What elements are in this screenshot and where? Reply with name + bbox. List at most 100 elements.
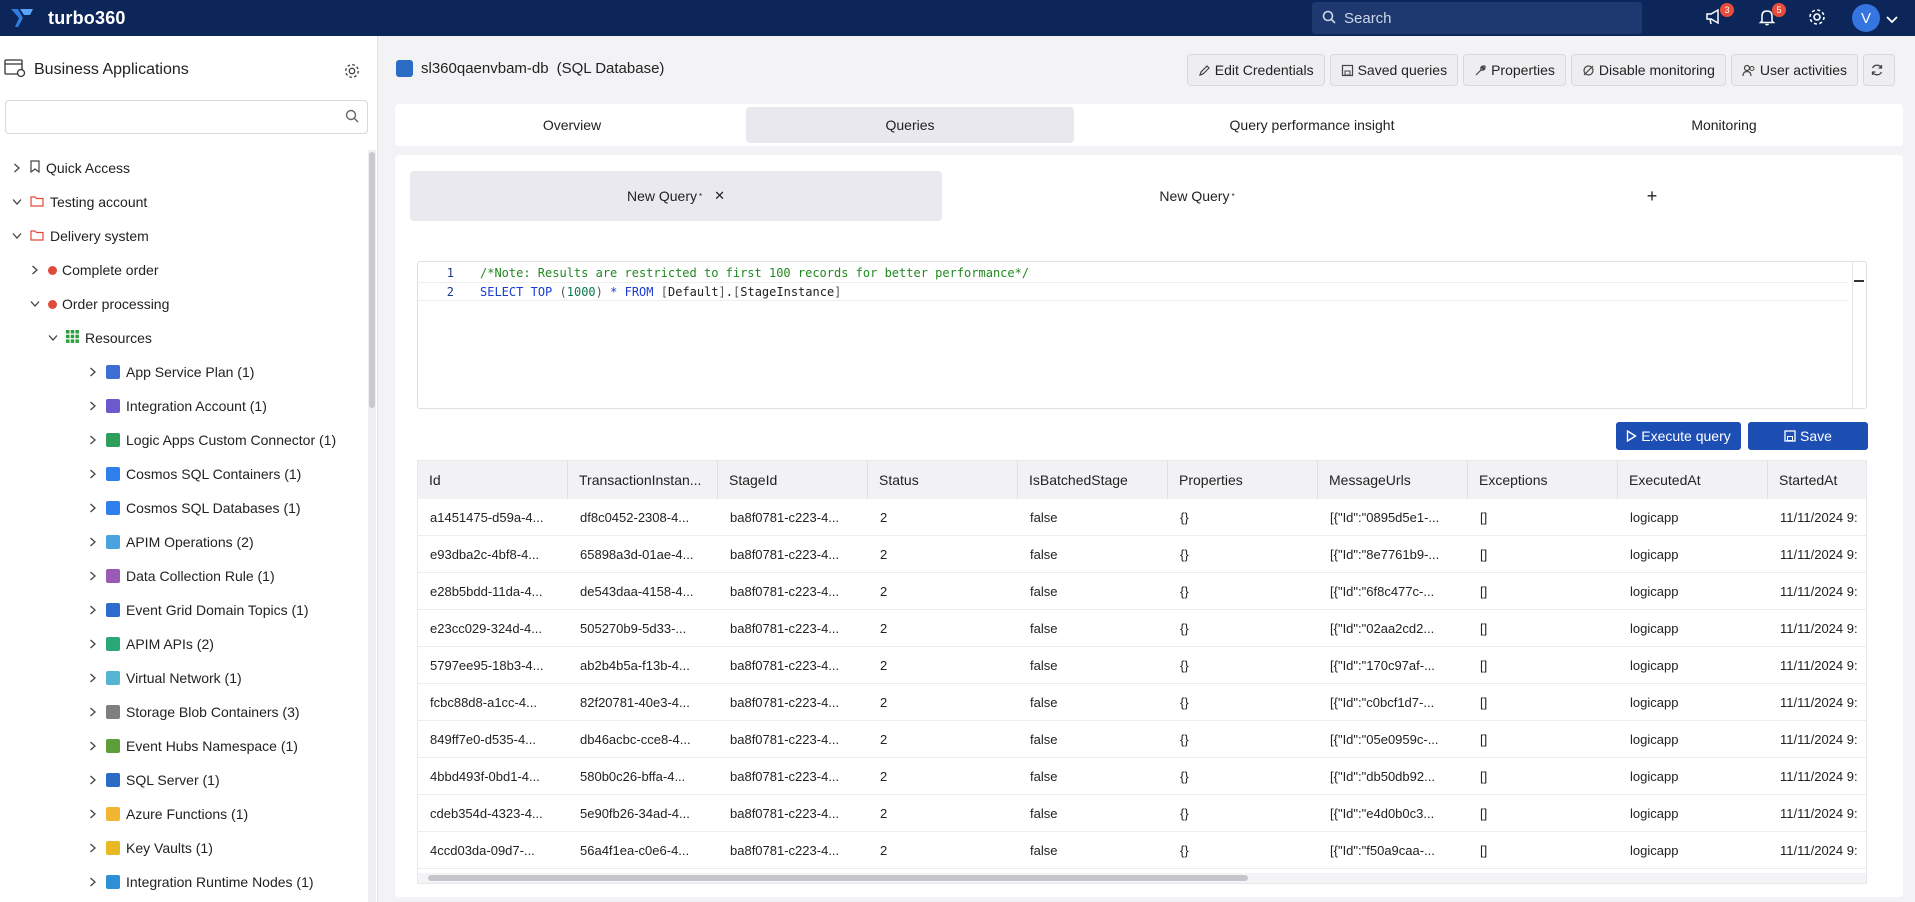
- query-tab-2[interactable]: New Query *: [942, 171, 1452, 221]
- column-header[interactable]: StageId: [718, 461, 868, 499]
- user-activities-button[interactable]: User activities: [1730, 54, 1858, 86]
- sidebar-item[interactable]: Delivery system: [12, 224, 149, 248]
- sidebar-item-label: Quick Access: [46, 160, 131, 176]
- chevron-right-icon[interactable]: [30, 265, 40, 275]
- table-row[interactable]: e28b5bdd-11da-4... de543daa-4158-4... ba8f…: [418, 573, 1866, 610]
- execute-query-button[interactable]: Execute query: [1616, 422, 1741, 450]
- avatar[interactable]: V: [1852, 4, 1880, 32]
- sidebar-item[interactable]: Integration Runtime Nodes (1): [88, 870, 314, 894]
- announcements-button[interactable]: 3: [1703, 3, 1734, 30]
- table-row[interactable]: 849ff7e0-d535-4... db46acbc-cce8-4... ba8f…: [418, 721, 1866, 758]
- notifications-button[interactable]: 5: [1755, 3, 1786, 30]
- sidebar-item[interactable]: Order processing: [30, 292, 169, 316]
- chevron-down-icon[interactable]: [12, 231, 22, 241]
- edit-credentials-button[interactable]: Edit Credentials: [1186, 54, 1325, 86]
- tab-query-performance-insight[interactable]: Query performance insight: [1074, 107, 1550, 143]
- table-row[interactable]: fcbc88d8-a1cc-4... 82f20781-40e3-4... ba8f…: [418, 684, 1866, 721]
- sidebar-item[interactable]: Complete order: [30, 258, 159, 282]
- tab-queries[interactable]: Queries: [746, 107, 1074, 143]
- sidebar-item[interactable]: Cosmos SQL Databases (1): [88, 496, 301, 520]
- column-header[interactable]: IsBatchedStage: [1018, 461, 1168, 499]
- table-row[interactable]: 5797ee95-18b3-4... ab2b4b5a-f13b-4... ba8f…: [418, 647, 1866, 684]
- sidebar-item[interactable]: Testing account: [12, 190, 147, 214]
- sidebar-item[interactable]: Cosmos SQL Containers (1): [88, 462, 301, 486]
- table-row[interactable]: cdeb354d-4323-4... 5e90fb26-34ad-4... ba8f…: [418, 795, 1866, 832]
- sidebar-item[interactable]: Resources: [48, 326, 152, 350]
- sidebar-item[interactable]: APIM Operations (2): [88, 530, 254, 554]
- sidebar-item[interactable]: Event Grid Domain Topics (1): [88, 598, 309, 622]
- chevron-down-icon[interactable]: [30, 299, 40, 309]
- chevron-right-icon[interactable]: [88, 877, 98, 887]
- chevron-right-icon[interactable]: [88, 503, 98, 513]
- sidebar-item[interactable]: Key Vaults (1): [88, 836, 213, 860]
- chevron-down-icon[interactable]: [48, 333, 58, 343]
- chevron-right-icon[interactable]: [88, 707, 98, 717]
- tree-scrollbar-thumb[interactable]: [369, 152, 375, 408]
- chevron-right-icon[interactable]: [88, 571, 98, 581]
- sidebar-item[interactable]: Event Hubs Namespace (1): [88, 734, 298, 758]
- chevron-right-icon[interactable]: [88, 401, 98, 411]
- sidebar-item[interactable]: Virtual Network (1): [88, 666, 242, 690]
- sidebar-item-label: Cosmos SQL Databases (1): [126, 500, 301, 516]
- column-header[interactable]: MessageUrls: [1318, 461, 1468, 499]
- chevron-right-icon[interactable]: [88, 605, 98, 615]
- chevron-right-icon[interactable]: [88, 741, 98, 751]
- add-query-tab-button[interactable]: +: [1632, 171, 1672, 221]
- table-row[interactable]: 4ccd03da-09d7-... 56a4f1ea-c0e6-4... ba8f0…: [418, 832, 1866, 869]
- query-tab-1[interactable]: New Query * ✕: [410, 171, 942, 221]
- editor-scrollbar[interactable]: [1852, 262, 1866, 408]
- column-header[interactable]: Id: [418, 461, 568, 499]
- sidebar-item[interactable]: Data Collection Rule (1): [88, 564, 275, 588]
- sidebar-item[interactable]: Integration Account (1): [88, 394, 267, 418]
- sidebar-item[interactable]: Quick Access: [12, 156, 130, 180]
- sidebar-settings-icon[interactable]: [343, 62, 361, 83]
- disable-monitoring-button[interactable]: Disable monitoring: [1570, 54, 1726, 86]
- sidebar-item[interactable]: Logic Apps Custom Connector (1): [88, 428, 336, 452]
- tab-overview[interactable]: Overview: [398, 107, 746, 143]
- properties-button[interactable]: Properties: [1463, 54, 1566, 86]
- sidebar-item[interactable]: Storage Blob Containers (3): [88, 700, 300, 724]
- chevron-down-icon[interactable]: [1886, 12, 1898, 28]
- table-row[interactable]: a1451475-d59a-4... df8c0452-2308-4... ba8f…: [418, 499, 1866, 536]
- global-search[interactable]: [1312, 2, 1642, 34]
- sidebar-item[interactable]: SQL Server (1): [88, 768, 220, 792]
- saved-queries-button[interactable]: Saved queries: [1329, 54, 1459, 86]
- chevron-right-icon[interactable]: [88, 843, 98, 853]
- editor-line-text: /*Note: Results are restricted to first …: [480, 265, 1030, 280]
- column-header[interactable]: StartedAt: [1768, 461, 1866, 499]
- chevron-right-icon[interactable]: [88, 809, 98, 819]
- settings-button[interactable]: [1805, 6, 1829, 30]
- column-header[interactable]: ExecutedAt: [1618, 461, 1768, 499]
- chevron-right-icon[interactable]: [12, 163, 22, 173]
- column-header[interactable]: TransactionInstan...: [568, 461, 718, 499]
- query-editor[interactable]: 1 /*Note: Results are restricted to firs…: [417, 261, 1867, 409]
- column-header[interactable]: Properties: [1168, 461, 1318, 499]
- tab-monitoring[interactable]: Monitoring: [1550, 107, 1898, 143]
- table-row[interactable]: e23cc029-324d-4... 505270b9-5d33-... ba8f0…: [418, 610, 1866, 647]
- save-button[interactable]: Save: [1748, 422, 1868, 450]
- chevron-right-icon[interactable]: [88, 775, 98, 785]
- refresh-button[interactable]: [1863, 54, 1895, 86]
- chevron-down-icon[interactable]: [12, 197, 22, 207]
- chevron-right-icon[interactable]: [88, 673, 98, 683]
- results-horizontal-scrollbar[interactable]: [418, 873, 1866, 883]
- chevron-right-icon[interactable]: [88, 469, 98, 479]
- sidebar-search[interactable]: [5, 100, 368, 134]
- chevron-right-icon[interactable]: [88, 537, 98, 547]
- column-header[interactable]: Status: [868, 461, 1018, 499]
- sidebar-item[interactable]: APIM APIs (2): [88, 632, 214, 656]
- close-icon[interactable]: ✕: [714, 188, 725, 204]
- chevron-right-icon[interactable]: [88, 367, 98, 377]
- sidebar-item[interactable]: Azure Functions (1): [88, 802, 248, 826]
- sidebar-item[interactable]: App Service Plan (1): [88, 360, 254, 384]
- table-row[interactable]: 4bbd493f-0bd1-4... 580b0c26-bffa-4... ba8f…: [418, 758, 1866, 795]
- resource-type: (SQL Database): [556, 60, 665, 77]
- column-header[interactable]: Exceptions: [1468, 461, 1618, 499]
- chevron-right-icon[interactable]: [88, 639, 98, 649]
- logo[interactable]: turbo360: [10, 7, 126, 29]
- search-input[interactable]: [1344, 9, 1624, 27]
- table-row[interactable]: e93dba2c-4bf8-4... 65898a3d-01ae-4... ba8f…: [418, 536, 1866, 573]
- chevron-right-icon[interactable]: [88, 435, 98, 445]
- results-scrollbar-thumb[interactable]: [428, 875, 1248, 881]
- sidebar-search-input[interactable]: [12, 101, 332, 131]
